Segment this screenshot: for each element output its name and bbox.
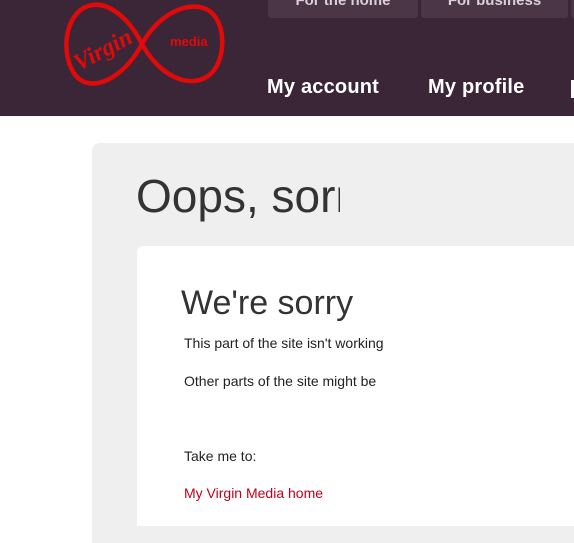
site-header: Virgin media For the home For business M… xyxy=(0,0,574,116)
svg-text:media: media xyxy=(170,34,208,49)
error-message: This part of the site isn't working xyxy=(184,335,384,351)
my-virgin-media-home-link[interactable]: My Virgin Media home xyxy=(184,484,323,502)
status-message: Other parts of the site might be xyxy=(184,373,377,389)
virgin-media-logo[interactable]: Virgin media xyxy=(58,0,226,96)
tab-for-business[interactable]: For business xyxy=(421,0,568,18)
take-me-to-label: Take me to: xyxy=(184,448,257,464)
tab-for-the-home-label: For the home xyxy=(295,0,391,9)
card-heading: We're sorry xyxy=(181,284,354,322)
tab-for-business-label: For business xyxy=(447,0,542,9)
nav-my-account[interactable]: My account xyxy=(267,76,379,99)
tab-for-the-home[interactable]: For the home xyxy=(268,0,418,18)
page-title: Oops, sorry xyxy=(136,170,340,222)
nav-my-profile[interactable]: My profile xyxy=(428,76,524,99)
